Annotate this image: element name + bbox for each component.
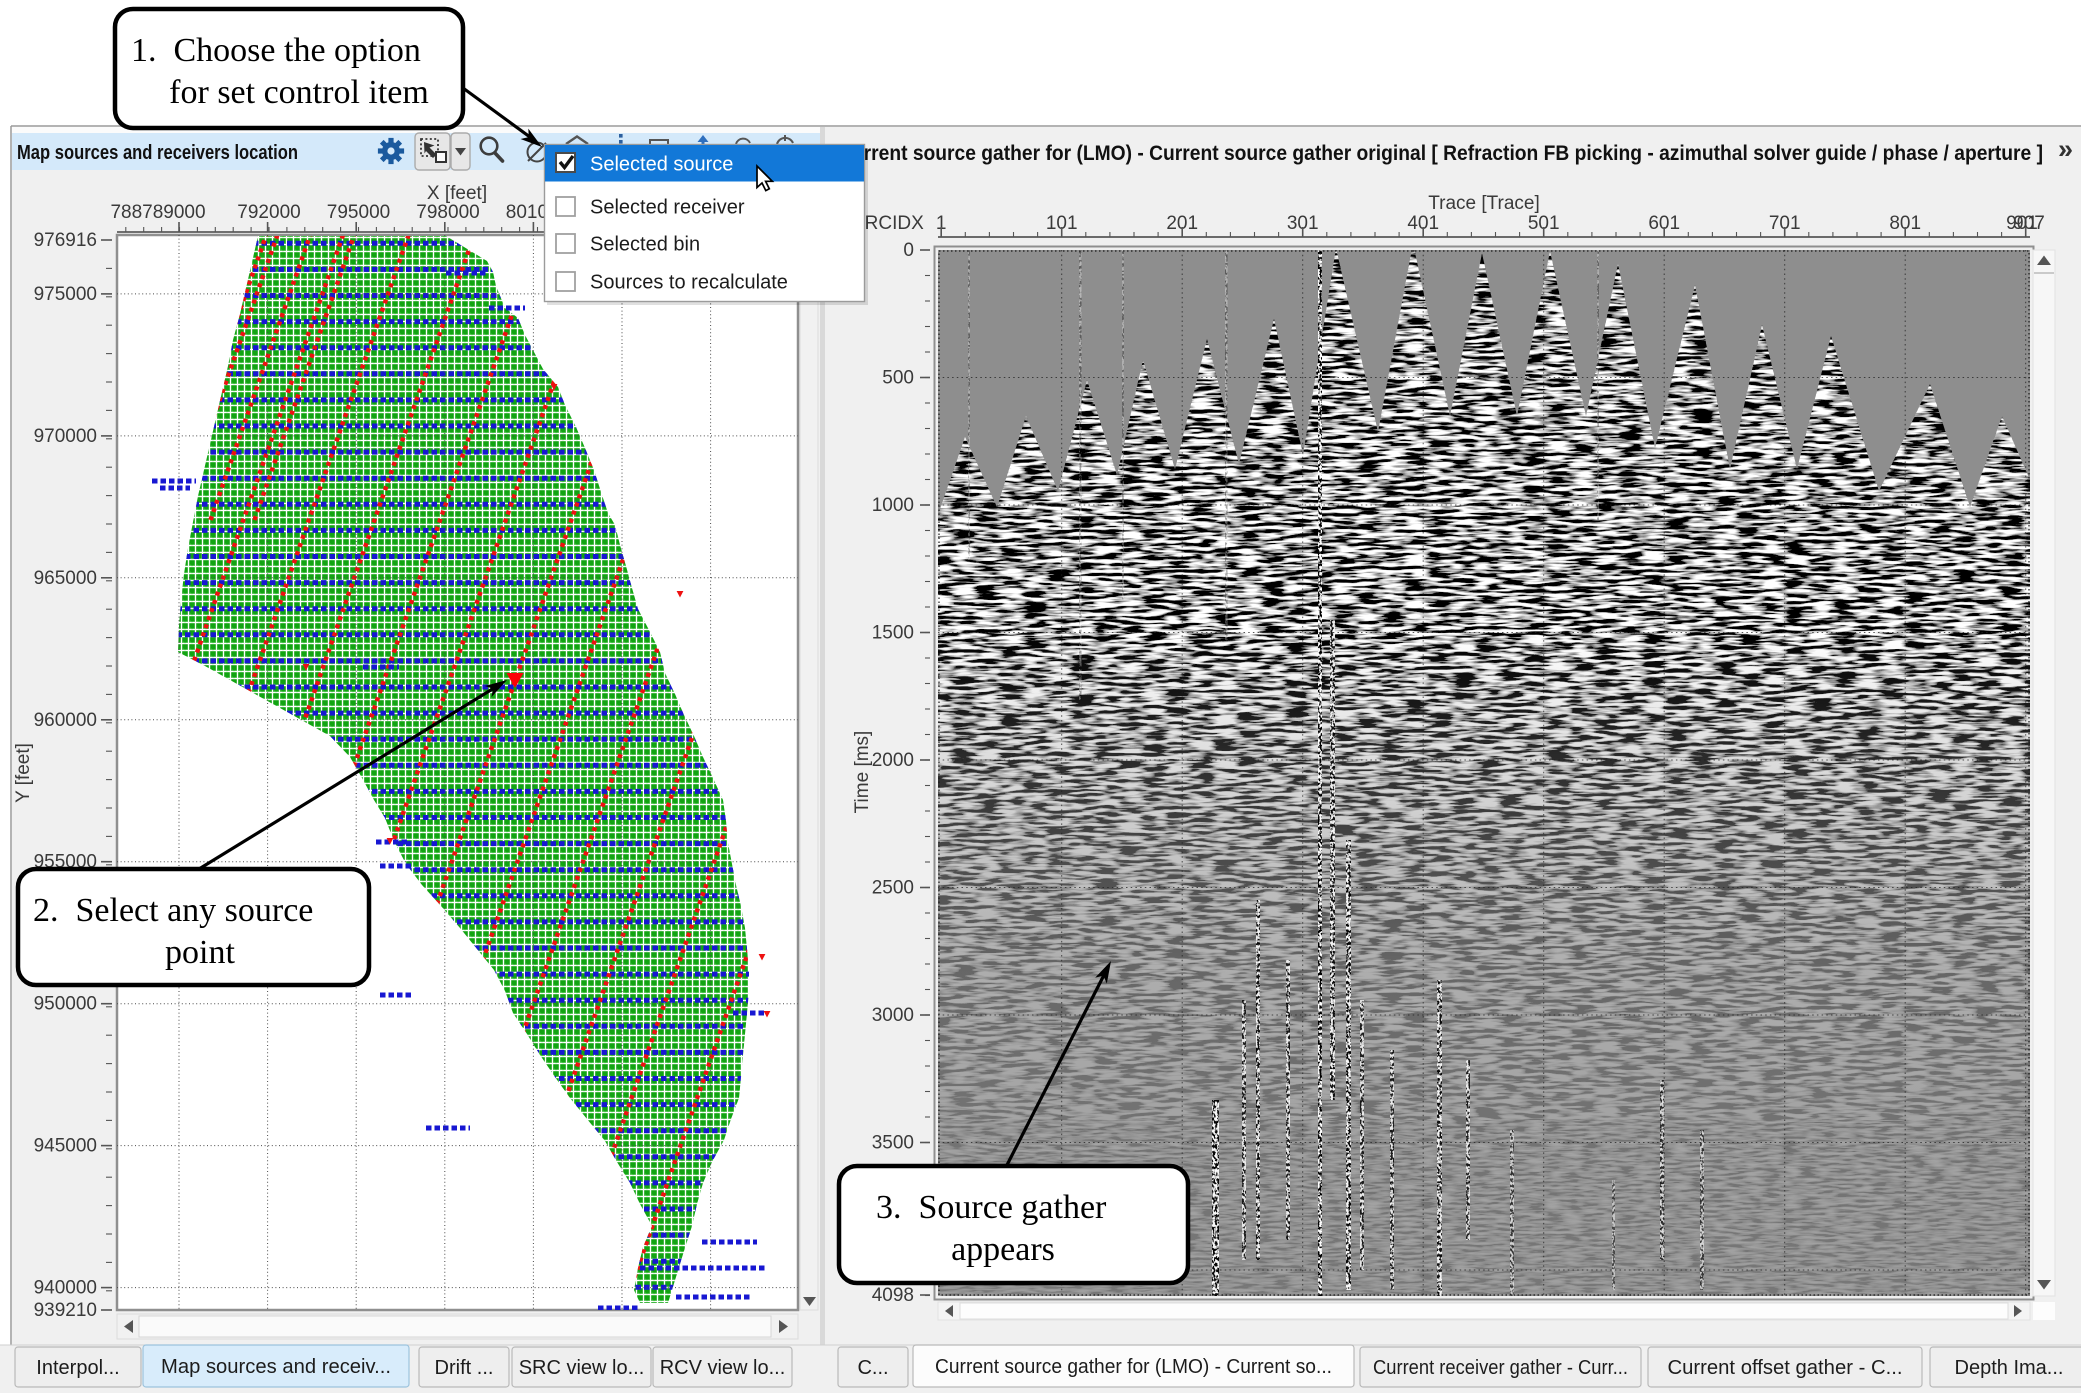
svg-text:3. Source gather: 3. Source gather [876,1189,1107,1226]
svg-text:appears: appears [951,1231,1055,1268]
svg-text:798000: 798000 [416,202,479,223]
svg-text:939210: 939210 [34,1300,97,1321]
svg-text:Map sources and receivers loca: Map sources and receivers location [17,142,298,164]
svg-text:3000: 3000 [872,1005,914,1026]
svg-text:Interpol...: Interpol... [36,1357,119,1379]
svg-text:4098: 4098 [872,1285,914,1306]
svg-text:SRC view lo...: SRC view lo... [519,1357,645,1379]
svg-text:792000: 792000 [237,202,300,223]
svg-text:2. Select any source: 2. Select any source [33,892,313,929]
svg-text:Current offset gather - C...: Current offset gather - C... [1668,1357,1903,1379]
svg-text:788789000: 788789000 [110,202,205,223]
svg-text:for set control item: for set control item [169,74,429,111]
svg-text:976916: 976916 [34,230,97,251]
svg-text:Selected source: Selected source [590,154,733,176]
svg-text:1000: 1000 [872,495,914,516]
svg-text:»: » [2058,134,2073,164]
svg-text:500: 500 [882,368,914,389]
svg-text:960000: 960000 [34,710,97,731]
svg-text:Sources to recalculate: Sources to recalculate [590,272,788,294]
svg-text:970000: 970000 [34,426,97,447]
svg-text:Y [feet]: Y [feet] [13,743,34,803]
svg-text:1500: 1500 [872,623,914,644]
svg-text:975000: 975000 [34,284,97,305]
svg-text:965000: 965000 [34,568,97,589]
svg-text:Depth Ima...: Depth Ima... [1955,1357,2064,1379]
svg-text:Map sources and receiv...: Map sources and receiv... [161,1356,391,1378]
svg-text:950000: 950000 [34,994,97,1015]
svg-text:RCV view lo...: RCV view lo... [660,1357,786,1379]
svg-text:point: point [165,934,235,971]
svg-text:Selected bin: Selected bin [590,234,700,256]
svg-text:C...: C... [857,1357,888,1379]
svg-text:945000: 945000 [34,1136,97,1157]
svg-text:940000: 940000 [34,1278,97,1299]
svg-text:907: 907 [2013,213,2045,234]
svg-text:Current source gather for (LMO: Current source gather for (LMO) - Curren… [935,1356,1332,1378]
svg-text:2000: 2000 [872,750,914,771]
svg-text:3500: 3500 [872,1133,914,1154]
svg-text:2500: 2500 [872,878,914,899]
svg-text:795000: 795000 [327,202,390,223]
svg-text:Selected receiver: Selected receiver [590,197,745,219]
svg-text:Current source gather for (LMO: Current source gather for (LMO) - Curren… [838,141,2043,165]
svg-text:0: 0 [903,240,914,261]
svg-text:Drift ...: Drift ... [435,1357,494,1379]
svg-text:X [feet]: X [feet] [427,183,487,204]
svg-text:1. Choose the option: 1. Choose the option [131,32,421,69]
svg-text:Time [ms]: Time [ms] [852,731,873,814]
svg-text:Trace [Trace]: Trace [Trace] [1428,193,1540,214]
svg-text:Current receiver gather - Curr: Current receiver gather - Curr... [1373,1357,1628,1379]
